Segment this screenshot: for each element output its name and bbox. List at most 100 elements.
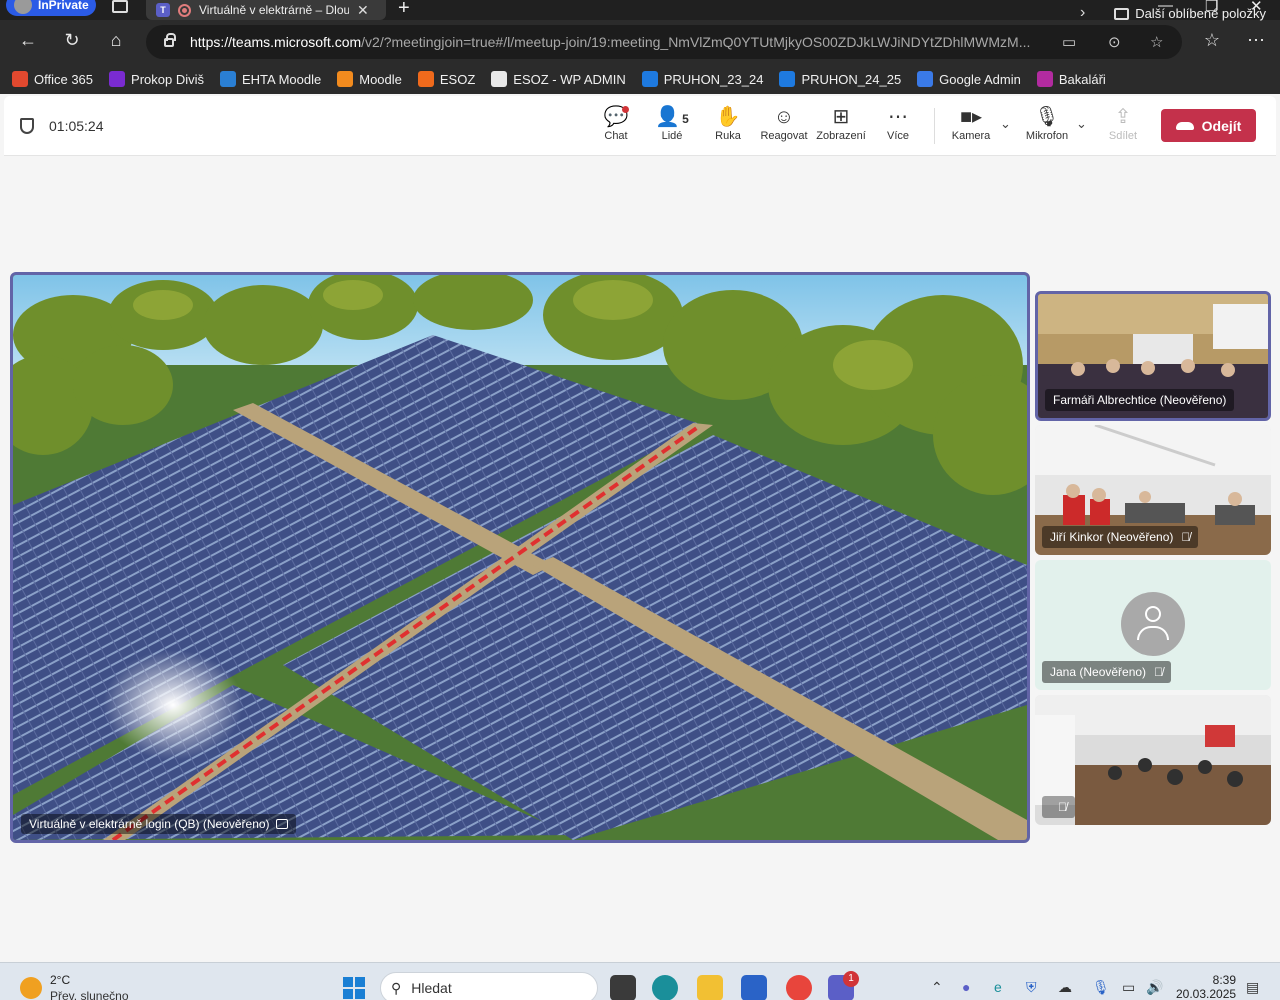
settings-more-icon[interactable]: ⋯ <box>1244 30 1268 51</box>
react-button[interactable]: ☺ Reagovat <box>754 104 814 142</box>
weather-sun-icon[interactable] <box>20 977 42 999</box>
browser-tab-active[interactable]: T Virtuálně v elektrárně – Dlouh ✕ <box>146 0 386 20</box>
network-icon[interactable]: ▭ <box>1122 979 1135 996</box>
new-tab-button[interactable]: + <box>398 0 410 20</box>
favorite-link[interactable]: PRUHON_24_25 <box>779 71 901 87</box>
favorite-link[interactable]: ESOZ <box>417 71 476 87</box>
smiley-icon: ☺ <box>773 106 795 128</box>
person-avatar-icon <box>1121 592 1185 656</box>
favorite-site-icon <box>220 71 236 87</box>
teams-tray-icon[interactable]: ● <box>962 979 970 995</box>
favorite-label: Moodle <box>359 71 402 87</box>
favorite-site-icon <box>109 71 126 87</box>
weather-temperature[interactable]: 2°C <box>50 973 70 987</box>
camera-button[interactable]: ■▸ Kamera <box>941 104 1001 142</box>
participant-tile[interactable]: Farmáři Albrechtice (Neověřeno) <box>1035 291 1271 421</box>
lock-icon[interactable] <box>164 32 176 47</box>
favorite-label: Google Admin <box>939 71 1021 87</box>
main-participant-nameplate: Virtuálně v elektrárně login (QB) (Neově… <box>21 814 296 834</box>
volume-icon[interactable]: 🔊 <box>1146 979 1163 996</box>
favorite-star-icon[interactable]: ☆ <box>1150 33 1163 51</box>
favorite-site-icon <box>417 71 434 87</box>
favorite-label: ESOZ - WP ADMIN <box>513 71 626 87</box>
mic-options-chevron-icon[interactable]: ⌄ <box>1076 116 1087 132</box>
view-button[interactable]: ⊞ Zobrazení <box>811 104 871 142</box>
participant-name-label: Jana (Neověřeno) 🎙̸ <box>1042 661 1172 683</box>
favorite-label: ESOZ <box>439 71 476 87</box>
mic-muted-icon: 🎙̸ <box>1181 530 1191 544</box>
favorite-site-icon <box>641 71 658 87</box>
participant-tile[interactable]: Jiří Kinkor (Neověřeno) 🎙̸ <box>1035 425 1271 555</box>
search-placeholder: Hledat <box>411 980 452 996</box>
task-view-icon[interactable] <box>610 975 636 1000</box>
more-button[interactable]: ⋯ Více <box>868 104 928 142</box>
favorite-site-icon <box>12 71 28 87</box>
favorite-link[interactable]: Moodle <box>337 71 402 87</box>
folder-icon <box>1114 7 1130 20</box>
favorite-site-icon <box>491 71 508 87</box>
back-icon[interactable]: ← <box>16 30 40 51</box>
clock-time: 8:39 <box>1212 973 1236 987</box>
windows-start-icon[interactable] <box>343 977 365 999</box>
profile-avatar <box>14 0 32 14</box>
favorite-label: Office 365 <box>34 71 94 87</box>
address-bar[interactable]: https://teams.microsoft.com/v2/?meetingj… <box>146 25 1182 59</box>
favorite-link[interactable]: Bakaláři <box>1036 71 1106 87</box>
browser-toolbar: ← ↻ ⌂ https://teams.microsoft.com/v2/?me… <box>0 20 1280 64</box>
onedrive-icon[interactable]: ☁ <box>1058 979 1072 996</box>
workspaces-icon[interactable] <box>112 0 128 13</box>
favorite-site-icon <box>1036 71 1053 87</box>
favorite-link[interactable]: Prokop Diviš <box>109 71 204 87</box>
video-camera-icon: ■▸ <box>959 106 983 128</box>
clock-date: 20.03.2025 <box>1176 987 1237 1000</box>
notifications-icon[interactable]: ▤ <box>1246 979 1259 996</box>
chrome-icon[interactable] <box>786 975 812 1000</box>
weather-description[interactable]: Přev. slunečno <box>50 989 129 1000</box>
unread-dot <box>622 106 629 113</box>
favorites-overflow-icon[interactable]: › <box>1080 4 1085 22</box>
grid-icon: ⊞ <box>832 106 850 128</box>
edge-icon[interactable] <box>652 975 678 1000</box>
favorite-site-icon <box>917 71 934 87</box>
show-hidden-icons-chevron-icon[interactable]: ⌃ <box>931 979 943 996</box>
other-favorites-label: Další oblíbené položky <box>1135 6 1266 21</box>
share-button[interactable]: ⇪ Sdílet <box>1093 104 1153 142</box>
taskbar-search[interactable]: ⚲ Hledat <box>380 972 598 1000</box>
chat-button[interactable]: 💬 Chat <box>586 104 646 142</box>
favorites-icon[interactable]: ☆ <box>1200 30 1224 51</box>
edge-tray-icon[interactable]: e <box>994 979 1002 995</box>
favorite-link[interactable]: PRUHON_23_24 <box>641 71 763 87</box>
camera-permission-icon[interactable]: ▭ <box>1062 33 1076 51</box>
participant-tile[interactable]: Jana (Neověřeno) 🎙̸ <box>1035 560 1271 690</box>
raise-hand-button[interactable]: ✋ Ruka <box>698 104 758 142</box>
microphone-tray-icon[interactable]: 🎙 <box>1092 979 1110 996</box>
people-button[interactable]: 👤 5 Lidé <box>642 104 702 142</box>
teams-notification-badge: 1 <box>843 971 859 987</box>
camera-options-chevron-icon[interactable]: ⌄ <box>1000 116 1011 132</box>
refresh-icon[interactable]: ↻ <box>60 30 84 51</box>
mic-muted-icon: 🎙̸ <box>1058 800 1067 814</box>
favorite-link[interactable]: Office 365 <box>12 71 93 87</box>
leave-button[interactable]: Odejít <box>1161 109 1256 142</box>
close-tab-icon[interactable]: ✕ <box>357 2 369 19</box>
file-explorer-icon[interactable] <box>697 975 723 1000</box>
participant-tile[interactable]: 🎙̸ <box>1035 695 1271 825</box>
home-icon[interactable]: ⌂ <box>104 30 128 51</box>
other-favorites-folder[interactable]: Další oblíbené položky <box>1114 6 1266 21</box>
microsoft-store-icon[interactable] <box>741 975 767 1000</box>
recording-icon <box>178 3 191 17</box>
favorite-link[interactable]: EHTA Moodle <box>220 71 321 87</box>
favorite-link[interactable]: Google Admin <box>917 71 1021 87</box>
microphone-button[interactable]: 🎙 Mikrofon <box>1017 104 1077 142</box>
favorite-label: PRUHON_24_25 <box>801 71 902 87</box>
chat-icon: 💬 <box>603 106 629 128</box>
teams-favicon-icon: T <box>156 3 170 17</box>
system-clock[interactable]: 8:39 20.03.2025 <box>1176 973 1236 1000</box>
favorite-link[interactable]: ESOZ - WP ADMIN <box>491 71 626 87</box>
defender-shield-icon[interactable]: ⛨ <box>1026 979 1037 996</box>
inprivate-badge[interactable]: InPrivate <box>6 0 96 16</box>
shield-icon[interactable] <box>20 118 34 134</box>
mic-muted-icon: 🎙̸ <box>1154 665 1164 679</box>
read-aloud-icon[interactable]: ⊙ <box>1108 33 1121 51</box>
main-video-stage[interactable]: Virtuálně v elektrárně login (QB) (Neově… <box>10 272 1030 843</box>
